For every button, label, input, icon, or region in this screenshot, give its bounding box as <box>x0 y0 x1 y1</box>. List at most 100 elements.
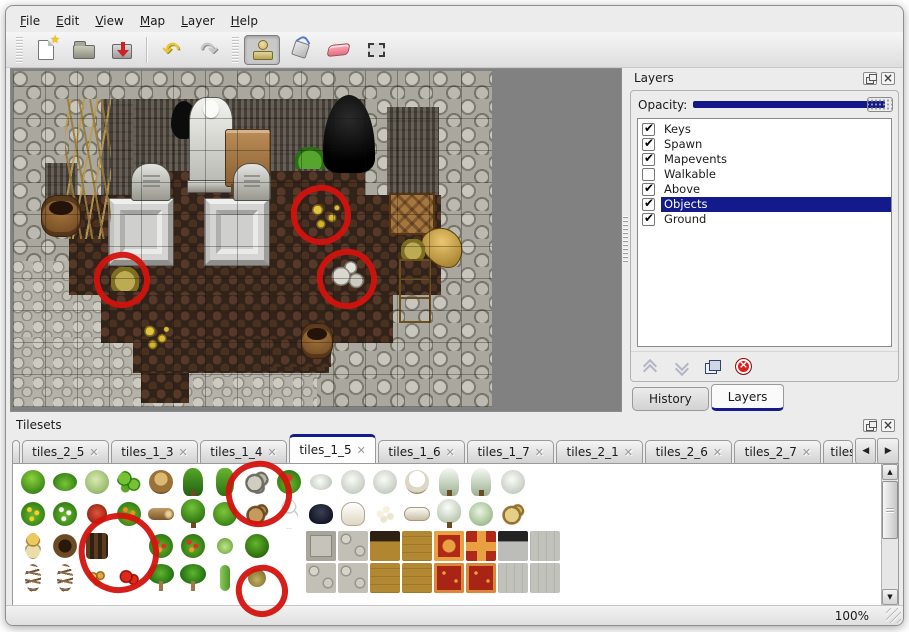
move-layer-up-button[interactable] <box>641 359 659 375</box>
layer-checkbox[interactable] <box>642 138 655 151</box>
tile-carpetB[interactable] <box>465 530 497 562</box>
menu-edit[interactable]: Edit <box>48 12 87 30</box>
tab-tiles_1_7[interactable]: tiles_1_7✕ <box>467 440 554 464</box>
toolbar-grip[interactable] <box>16 37 23 63</box>
scroll-down-icon[interactable] <box>882 589 898 605</box>
save-button[interactable] <box>104 35 140 65</box>
menu-file[interactable]: File <box>12 12 48 30</box>
tile-brownfloor[interactable] <box>369 562 401 594</box>
delete-layer-button[interactable] <box>735 358 752 375</box>
close-tab-icon[interactable]: ✕ <box>357 444 366 457</box>
layer-row-mapevents[interactable]: Mapevents <box>638 152 891 167</box>
tile-hole[interactable] <box>49 530 81 562</box>
close-tab-icon[interactable]: ✕ <box>713 446 722 459</box>
tile-deadtree[interactable] <box>17 562 49 594</box>
tile-tallbush[interactable] <box>209 466 241 498</box>
eraser-tool-button[interactable] <box>320 35 356 65</box>
layer-checkbox[interactable] <box>642 168 655 181</box>
tab-tiles_2_1[interactable]: tiles_2_1✕ <box>556 440 643 464</box>
tile-brownfloor[interactable] <box>401 562 433 594</box>
tile-yellowflowers[interactable] <box>17 498 49 530</box>
tile-greenbush[interactable] <box>241 530 273 562</box>
tile-brownrocks[interactable] <box>241 498 273 530</box>
tile-snowlog[interactable] <box>401 498 433 530</box>
scroll-tabs-left-icon[interactable] <box>855 438 877 464</box>
close-panel-icon[interactable] <box>881 419 895 432</box>
tab-partial-left[interactable] <box>12 440 20 464</box>
tab-tiles_2_5[interactable]: tiles_2_5✕ <box>22 440 109 464</box>
tab-tiles_1_4[interactable]: tiles_1_4✕ <box>200 440 287 464</box>
tile-redmush[interactable] <box>113 562 145 594</box>
new-file-button[interactable] <box>28 35 64 65</box>
resize-grip[interactable] <box>886 608 901 623</box>
redo-button[interactable] <box>191 35 227 65</box>
tile-deadtree[interactable] <box>49 562 81 594</box>
close-tab-icon[interactable]: ✕ <box>535 446 544 459</box>
close-tab-icon[interactable]: ✕ <box>802 446 811 459</box>
opacity-slider[interactable] <box>693 97 891 112</box>
layer-row-walkable[interactable]: Walkable <box>638 167 891 182</box>
close-tab-icon[interactable]: ✕ <box>89 446 98 459</box>
fill-tool-button[interactable] <box>282 35 318 65</box>
tile-snowpine[interactable] <box>465 466 497 498</box>
layer-row-objects[interactable]: Objects <box>638 197 891 212</box>
tab-tiles_1_3[interactable]: tiles_1_3✕ <box>111 440 198 464</box>
move-layer-down-button[interactable] <box>673 359 691 375</box>
menu-view[interactable]: View <box>87 12 131 30</box>
select-tool-button[interactable] <box>358 35 394 65</box>
tile-grayrocks[interactable] <box>241 466 273 498</box>
layer-checkbox[interactable] <box>642 123 655 136</box>
tile-brownfloor[interactable] <box>401 530 433 562</box>
tile-snowpine[interactable] <box>433 466 465 498</box>
close-tab-icon[interactable]: ✕ <box>178 446 187 459</box>
tile-snowman[interactable] <box>273 498 305 530</box>
tile-redplant[interactable] <box>81 498 113 530</box>
opacity-slider-track[interactable] <box>693 101 885 108</box>
tab-tiles[interactable]: tiles_ <box>823 440 853 464</box>
tile-stump[interactable] <box>145 466 177 498</box>
tile-carpetA[interactable] <box>433 530 465 562</box>
tile-minimush[interactable] <box>81 562 113 594</box>
tile-redflower[interactable] <box>273 466 305 498</box>
open-button[interactable] <box>66 35 102 65</box>
tile-palm[interactable] <box>145 562 177 594</box>
tile-palm[interactable] <box>177 562 209 594</box>
tile-tree[interactable] <box>177 498 209 530</box>
tile-bush[interactable] <box>17 466 49 498</box>
tab-history[interactable]: History <box>632 387 709 411</box>
layer-row-spawn[interactable]: Spawn <box>638 137 891 152</box>
scrollbar-thumb[interactable] <box>882 481 898 539</box>
layer-row-above[interactable]: Above <box>638 182 891 197</box>
tile-browndark[interactable] <box>369 530 401 562</box>
tile-snowmound[interactable] <box>497 466 529 498</box>
opacity-slider-handle[interactable] <box>867 97 893 112</box>
tab-tiles_1_6[interactable]: tiles_1_6✕ <box>378 440 465 464</box>
tile-sprout[interactable] <box>209 530 241 562</box>
tab-tiles_2_6[interactable]: tiles_2_6✕ <box>645 440 732 464</box>
tile-bat[interactable] <box>305 498 337 530</box>
float-panel-icon[interactable] <box>863 72 877 85</box>
tile-snowgrass[interactable] <box>305 466 337 498</box>
tile-roundbush[interactable] <box>209 498 241 530</box>
scroll-tabs-right-icon[interactable] <box>877 438 899 464</box>
duplicate-layer-button[interactable] <box>705 360 721 374</box>
layer-checkbox[interactable] <box>642 183 655 196</box>
tile-log[interactable] <box>145 498 177 530</box>
tile-snowsack[interactable] <box>337 498 369 530</box>
map-canvas[interactable] <box>13 71 492 407</box>
tile-cobbletile[interactable] <box>337 562 369 594</box>
tile-stoneframe[interactable] <box>305 530 337 562</box>
close-tab-icon[interactable]: ✕ <box>624 446 633 459</box>
tile-snowpale[interactable] <box>337 466 369 498</box>
layer-row-ground[interactable]: Ground <box>638 212 891 227</box>
tile-pebbles[interactable] <box>113 530 145 562</box>
tile-pine[interactable] <box>177 466 209 498</box>
tile-doll[interactable] <box>17 530 49 562</box>
tile-whiteflowers[interactable] <box>49 498 81 530</box>
tab-tiles_2_7[interactable]: tiles_2_7✕ <box>734 440 821 464</box>
float-panel-icon[interactable] <box>863 419 877 432</box>
toolbar-grip-2[interactable] <box>232 37 239 63</box>
tab-layers[interactable]: Layers <box>711 384 785 411</box>
close-tab-icon[interactable]: ✕ <box>268 446 277 459</box>
layer-row-keys[interactable]: Keys <box>638 122 891 137</box>
